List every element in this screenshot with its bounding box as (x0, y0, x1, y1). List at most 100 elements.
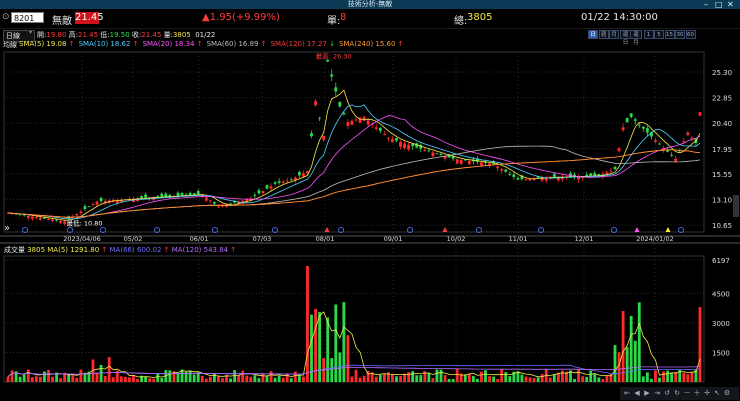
candle-body (435, 153, 439, 155)
volume-bar (346, 335, 350, 382)
tab-週[interactable]: 週 (598, 30, 609, 39)
volume-bar (18, 376, 22, 382)
volume-bar (650, 378, 653, 382)
candle-body (350, 120, 354, 125)
candle-body (168, 194, 172, 197)
candle-body (645, 128, 649, 133)
chart-scrollbar[interactable] (733, 195, 739, 217)
tab-5[interactable]: 5 (654, 30, 664, 39)
candle-body (354, 119, 358, 121)
volume-bar (666, 370, 670, 382)
candle-body (690, 137, 694, 139)
candle-body (91, 203, 95, 205)
volume-bar (682, 372, 686, 382)
candle-body (423, 149, 427, 151)
volume-bar (293, 371, 297, 382)
volume-bar (443, 375, 447, 382)
tab-60[interactable]: 60 (685, 30, 696, 39)
volume-bar (629, 315, 633, 382)
volume-bar (613, 345, 617, 382)
candle-body (289, 179, 293, 181)
volume-bar (176, 372, 180, 382)
volume-bar (273, 377, 277, 382)
close-icon[interactable]: ✕ (727, 0, 734, 9)
candle-body (654, 140, 657, 142)
candle-body (621, 127, 625, 131)
volume-bar (265, 375, 269, 382)
candle-body (641, 126, 645, 129)
volume-bar (451, 378, 455, 382)
volume-bar (212, 373, 216, 382)
volume-bar (617, 352, 621, 382)
first-page-icon[interactable]: ⇤ (623, 389, 631, 398)
volume-axis-label: 6197 (712, 257, 730, 265)
candle-body (257, 190, 261, 194)
candle-body (524, 178, 528, 180)
candle-body (160, 193, 164, 197)
zoom-in-icon[interactable]: ＋ (693, 389, 701, 398)
volume-bar (354, 369, 358, 382)
expand-left-icon[interactable]: » (4, 223, 10, 234)
last-page-icon[interactable]: ⇥ (653, 389, 661, 398)
volume-bar (597, 377, 601, 382)
volume-bar (204, 378, 208, 382)
stock-code-input[interactable]: 8201 (11, 12, 44, 23)
next-icon[interactable]: ▶ (643, 389, 651, 398)
tab-15[interactable]: 15 (664, 30, 675, 39)
price-axis-label: 15.55 (712, 171, 732, 179)
date-axis-label: 08/01 (316, 235, 335, 243)
tab-月[interactable]: 月 (609, 30, 619, 39)
candle-body (455, 159, 459, 164)
crosshair-icon[interactable]: ✛ (703, 389, 711, 398)
candle-body (658, 143, 661, 145)
high-value: 21.45 (78, 31, 99, 39)
volume-bar (302, 376, 305, 382)
undo-icon[interactable]: ↺ (663, 389, 671, 398)
volume-bar (439, 369, 443, 382)
volume-bar (532, 378, 536, 382)
price-axis-label: 17.95 (712, 146, 732, 154)
volume-bar (237, 375, 241, 382)
minimize-icon[interactable]: – (704, 0, 708, 9)
volume-bar (306, 266, 309, 382)
volume-bar (674, 372, 678, 382)
candle-body (427, 150, 431, 152)
volume-ma120-line (7, 365, 701, 377)
settings-icon[interactable]: ⚙ (723, 389, 731, 398)
volume-bar (67, 374, 71, 382)
prev-icon[interactable]: ◀ (633, 389, 641, 398)
price-panel (3, 51, 705, 233)
ma-legend-item: SMA(10) 18.62 ↑ (78, 40, 139, 48)
volume-bar (168, 370, 172, 382)
candle-body (285, 180, 289, 182)
chevron-down-icon[interactable]: ▾ (29, 29, 32, 36)
cursor-icon[interactable]: ↖ (713, 389, 721, 398)
candle-body (338, 101, 342, 107)
gear-icon[interactable]: ⊙ (2, 12, 10, 22)
redo-icon[interactable]: ↻ (673, 389, 681, 398)
unit-volume-value: 8 (340, 12, 347, 23)
volume-bar (407, 372, 411, 382)
volume-bar (504, 372, 508, 382)
volume-axis-label: 3000 (712, 320, 730, 328)
candle-body (674, 158, 678, 162)
volume-bar (601, 379, 605, 382)
zoom-out-icon[interactable]: － (683, 389, 691, 398)
candle-body (382, 134, 386, 136)
tab-日[interactable]: 日 (588, 30, 598, 39)
tab-30[interactable]: 30 (675, 30, 685, 39)
candle-body (281, 181, 285, 183)
dividend-marker (442, 227, 448, 232)
volume-bar (51, 376, 54, 382)
stock-name: 無敵 (52, 16, 72, 27)
candle-body (374, 127, 378, 129)
tab-1[interactable]: 1 (643, 30, 654, 39)
date-axis-label: 06/01 (190, 235, 209, 243)
maximize-icon[interactable]: □ (715, 0, 723, 9)
volume-bar (245, 375, 249, 382)
candle-body (334, 87, 338, 92)
price-volume-chart[interactable]: 25.30 22.85 20.40 17.95 15.55 13.10 10.65 2023/… (0, 50, 740, 401)
tab-還月[interactable]: 還月 (630, 30, 642, 46)
candle-body (269, 186, 273, 189)
last-price-badge: 21.45 (75, 12, 104, 24)
